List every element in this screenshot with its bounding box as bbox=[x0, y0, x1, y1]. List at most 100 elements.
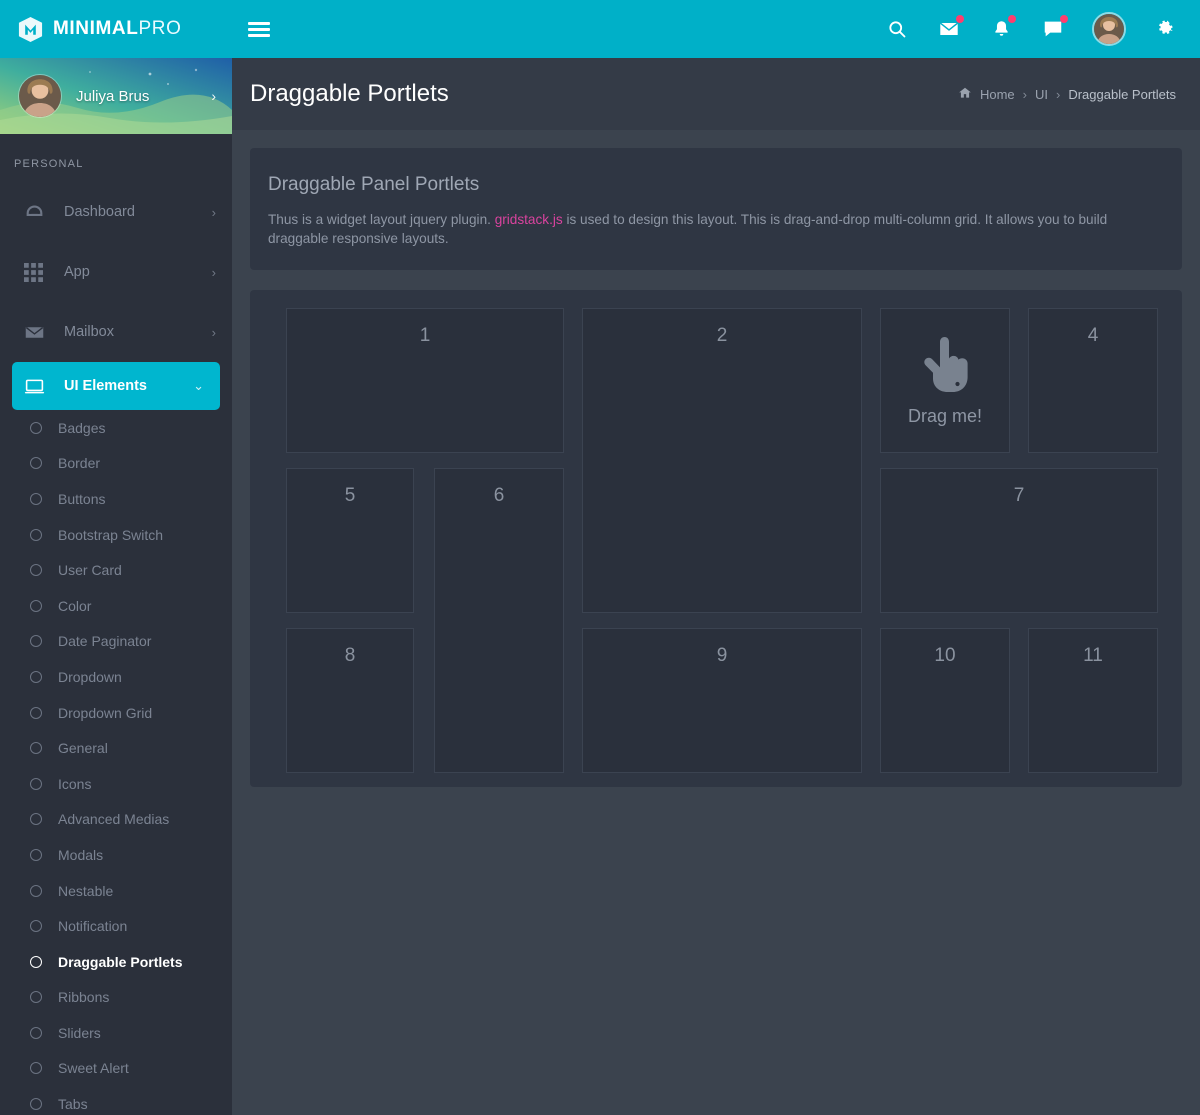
search-icon[interactable] bbox=[884, 16, 910, 42]
portlet-4[interactable]: 4 bbox=[1028, 308, 1158, 453]
portlet-1[interactable]: 1 bbox=[286, 308, 564, 453]
brand-name-light: PRO bbox=[138, 18, 182, 39]
sidebar-subitem-general[interactable]: General bbox=[0, 730, 232, 766]
portlet-5[interactable]: 5 bbox=[286, 468, 414, 613]
portlet-8[interactable]: 8 bbox=[286, 628, 414, 773]
portlet-9[interactable]: 9 bbox=[582, 628, 862, 773]
dashboard-gauge-icon bbox=[24, 202, 50, 223]
sidebar-subitem-sliders[interactable]: Sliders bbox=[0, 1015, 232, 1051]
portlet-2[interactable]: 2 bbox=[582, 308, 862, 613]
sidebar-subitem-dropdown-grid[interactable]: Dropdown Grid bbox=[0, 695, 232, 731]
portlet-grid: 1 2 Drag me! 4 5 6 7 8 9 10 11 bbox=[268, 308, 1182, 773]
portlet-number: 7 bbox=[1013, 485, 1025, 506]
chat-icon[interactable] bbox=[1040, 15, 1068, 42]
portlet-grid-card: 1 2 Drag me! 4 5 6 7 8 9 10 11 bbox=[250, 290, 1182, 787]
mail-icon[interactable] bbox=[936, 15, 964, 42]
breadcrumb: Home › UI › Draggable Portlets bbox=[958, 86, 1176, 103]
page-header: Draggable Portlets Home › UI › Draggable… bbox=[232, 58, 1200, 130]
sidebar-subitem-advanced-medias[interactable]: Advanced Medias bbox=[0, 802, 232, 838]
mail-badge bbox=[956, 15, 964, 23]
sidebar-item-ui-elements[interactable]: UI Elements ⌄ bbox=[12, 362, 220, 410]
bullet-circle-icon bbox=[30, 670, 42, 683]
sidebar-subitem-border[interactable]: Border bbox=[0, 446, 232, 482]
avatar[interactable] bbox=[1092, 12, 1126, 46]
sidebar-subitem-date-paginator[interactable]: Date Paginator bbox=[0, 624, 232, 660]
sidebar-item-label: UI Elements bbox=[64, 378, 147, 394]
sidebar-subitem-modals[interactable]: Modals bbox=[0, 837, 232, 873]
chat-badge bbox=[1060, 15, 1068, 23]
breadcrumb-current: Draggable Portlets bbox=[1068, 86, 1176, 102]
sidebar-item-mailbox[interactable]: Mailbox › bbox=[0, 302, 232, 362]
bullet-circle-icon bbox=[30, 421, 42, 434]
sidebar-subitem-label: Draggable Portlets bbox=[58, 953, 183, 970]
sidebar-subitem-label: Badges bbox=[58, 419, 106, 436]
breadcrumb-separator: › bbox=[1022, 86, 1027, 102]
mailbox-envelope-icon bbox=[24, 322, 50, 343]
breadcrumb-home[interactable]: Home bbox=[980, 87, 1015, 102]
portlet-drag-me[interactable]: Drag me! bbox=[880, 308, 1010, 453]
sidebar-subitem-label: Ribbons bbox=[58, 989, 110, 1006]
sidebar-subitem-tabs[interactable]: Tabs bbox=[0, 1086, 232, 1115]
bullet-circle-icon bbox=[30, 599, 42, 612]
main-content: Draggable Portlets Home › UI › Draggable… bbox=[232, 58, 1200, 1115]
gridstack-link[interactable]: gridstack.js bbox=[495, 212, 563, 227]
bullet-circle-icon bbox=[30, 1062, 42, 1075]
home-icon bbox=[958, 86, 972, 103]
sidebar-subitem-label: Sweet Alert bbox=[58, 1060, 129, 1077]
sidebar-item-label: Mailbox bbox=[64, 324, 114, 340]
hamburger-icon[interactable] bbox=[248, 19, 270, 39]
bullet-circle-icon bbox=[30, 492, 42, 505]
bell-badge bbox=[1008, 15, 1016, 23]
card-description: Thus is a widget layout jquery plugin. g… bbox=[268, 210, 1158, 248]
brand-logo-area[interactable]: MINIMALPRO bbox=[0, 0, 232, 58]
sidebar-subitem-notification[interactable]: Notification bbox=[0, 908, 232, 944]
pointing-hand-icon bbox=[916, 334, 974, 402]
portlet-number: 5 bbox=[344, 485, 356, 506]
card-title: Draggable Panel Portlets bbox=[268, 174, 480, 195]
sidebar-subitem-color[interactable]: Color bbox=[0, 588, 232, 624]
sidebar-subitem-draggable-portlets[interactable]: Draggable Portlets bbox=[0, 944, 232, 980]
sidebar-subitem-dropdown[interactable]: Dropdown bbox=[0, 659, 232, 695]
bullet-circle-icon bbox=[30, 813, 42, 826]
sidebar-subitem-buttons[interactable]: Buttons bbox=[0, 481, 232, 517]
bullet-circle-icon bbox=[30, 635, 42, 648]
sidebar-subitem-label: Icons bbox=[58, 775, 92, 792]
sidebar-subitem-nestable[interactable]: Nestable bbox=[0, 873, 232, 909]
chevron-down-icon: ⌄ bbox=[193, 378, 204, 393]
portlet-number: 4 bbox=[1087, 325, 1099, 346]
sidebar-item-app[interactable]: App › bbox=[0, 242, 232, 302]
sidebar-section-label: PERSONAL bbox=[14, 158, 84, 170]
sidebar-subitem-bootstrap-switch[interactable]: Bootstrap Switch bbox=[0, 517, 232, 553]
sidebar-subitem-ribbons[interactable]: Ribbons bbox=[0, 980, 232, 1016]
bullet-circle-icon bbox=[30, 991, 42, 1004]
portlet-6[interactable]: 6 bbox=[434, 468, 564, 773]
sidebar-item-label: Dashboard bbox=[64, 204, 135, 220]
chevron-right-icon[interactable]: › bbox=[211, 88, 216, 104]
sidebar-profile[interactable]: Juliya Brus › bbox=[0, 58, 232, 134]
sidebar-subitem-label: Date Paginator bbox=[58, 633, 152, 650]
sidebar-subitem-user-card[interactable]: User Card bbox=[0, 552, 232, 588]
portlet-11[interactable]: 11 bbox=[1028, 628, 1158, 773]
sidebar-item-dashboard[interactable]: Dashboard › bbox=[0, 182, 232, 242]
sidebar-subitem-label: Sliders bbox=[58, 1024, 101, 1041]
sidebar: Juliya Brus › PERSONAL Dashboard › App ›… bbox=[0, 58, 232, 1115]
sidebar-subitem-icons[interactable]: Icons bbox=[0, 766, 232, 802]
breadcrumb-ui[interactable]: UI bbox=[1035, 87, 1048, 102]
portlet-number: 8 bbox=[344, 645, 356, 666]
bell-icon[interactable] bbox=[988, 15, 1016, 42]
sidebar-submenu: Badges Border Buttons Bootstrap Switch U… bbox=[0, 410, 232, 1115]
topbar-actions bbox=[884, 12, 1200, 46]
monitor-icon bbox=[24, 376, 50, 397]
content-area: Draggable Panel Portlets Thus is a widge… bbox=[232, 130, 1200, 805]
sidebar-subitem-label: Dropdown bbox=[58, 668, 122, 685]
portlet-7[interactable]: 7 bbox=[880, 468, 1158, 613]
sidebar-item-label: App bbox=[64, 264, 90, 280]
gear-icon[interactable] bbox=[1152, 16, 1178, 42]
portlet-10[interactable]: 10 bbox=[880, 628, 1010, 773]
minimalpro-logo-icon bbox=[17, 16, 44, 43]
bullet-circle-icon bbox=[30, 848, 42, 861]
sidebar-subitem-badges[interactable]: Badges bbox=[0, 410, 232, 446]
sidebar-subitem-sweet-alert[interactable]: Sweet Alert bbox=[0, 1051, 232, 1087]
chevron-right-icon: › bbox=[211, 324, 216, 340]
portlet-drag-label: Drag me! bbox=[907, 406, 983, 426]
